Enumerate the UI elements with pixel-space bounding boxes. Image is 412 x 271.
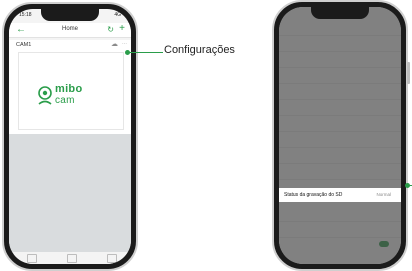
dim-overlay <box>279 7 401 264</box>
more-icon[interactable]: ⋯ <box>122 41 127 47</box>
empty-list-area <box>9 134 131 252</box>
sd-recording-status-value: Normal <box>376 192 391 197</box>
cloud-icon[interactable]: ☁ <box>111 40 118 48</box>
app-header: ← Home ↻ + <box>9 23 131 38</box>
mibo-camera-icon <box>38 86 52 105</box>
phone-side-button <box>407 62 410 84</box>
logo-text-mibo: mibo <box>55 83 83 95</box>
camera-thumbnail[interactable]: mibo cam <box>18 52 124 130</box>
status-network: 4G <box>114 12 121 18</box>
status-time: 15:18 <box>19 12 32 18</box>
camera-card[interactable]: CAM1 ☁ ⋯ mibo cam <box>9 40 131 134</box>
sd-recording-status-label: Status da gravação do SD <box>284 192 343 198</box>
refresh-icon[interactable]: ↻ <box>107 25 114 34</box>
phone-home-screen: 15:18 4G ← Home ↻ + CAM1 ☁ ⋯ mibo cam <box>9 9 131 264</box>
add-icon[interactable]: + <box>119 23 125 34</box>
phone-settings: Status da gravação do SD Normal <box>272 0 410 271</box>
phone-settings-screen: Status da gravação do SD Normal <box>279 7 401 264</box>
callout-line-settings <box>128 52 163 53</box>
tab-gallery-icon[interactable] <box>67 254 77 263</box>
phone-notch <box>311 7 369 19</box>
bottom-tab-bar <box>9 252 131 264</box>
tab-home-icon[interactable] <box>27 254 37 263</box>
phone-home: 15:18 4G ← Home ↻ + CAM1 ☁ ⋯ mibo cam <box>2 2 138 271</box>
sd-recording-status-row[interactable]: Status da gravação do SD Normal <box>279 188 401 202</box>
callout-label-settings: Configurações <box>164 44 235 56</box>
tab-profile-icon[interactable] <box>107 254 117 263</box>
phone-notch <box>41 9 99 21</box>
logo-text-cam: cam <box>55 95 75 106</box>
camera-name: CAM1 <box>16 42 32 48</box>
